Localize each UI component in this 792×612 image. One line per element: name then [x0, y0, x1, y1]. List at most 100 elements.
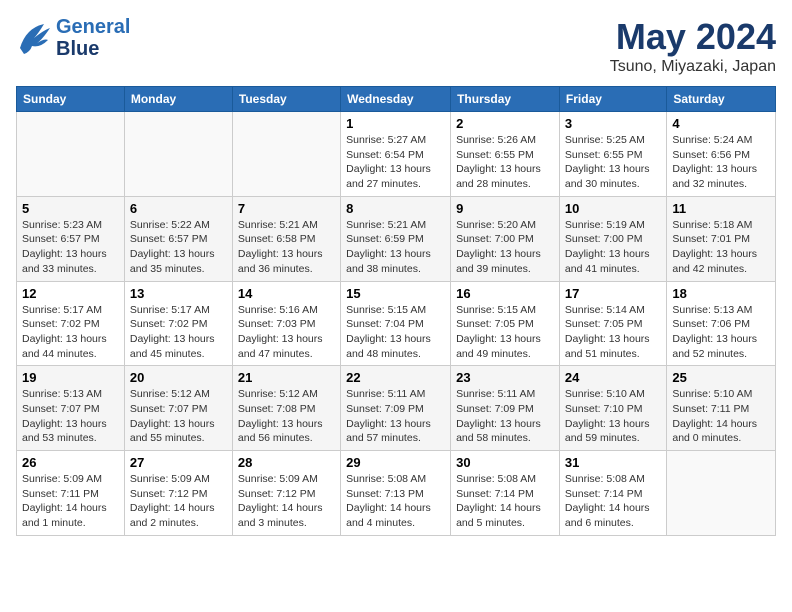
day-info: Sunrise: 5:17 AM Sunset: 7:02 PM Dayligh…: [22, 303, 119, 362]
weekday-header-saturday: Saturday: [667, 87, 776, 112]
logo-text-line2: Blue: [56, 38, 130, 60]
calendar-cell: 30 Sunrise: 5:08 AM Sunset: 7:14 PM Dayli…: [451, 451, 560, 536]
weekday-header-friday: Friday: [559, 87, 666, 112]
calendar-cell: 26 Sunrise: 5:09 AM Sunset: 7:11 PM Dayli…: [17, 451, 125, 536]
day-info: Sunrise: 5:08 AM Sunset: 7:13 PM Dayligh…: [346, 472, 445, 531]
day-number: 13: [130, 286, 227, 301]
day-info: Sunrise: 5:25 AM Sunset: 6:55 PM Dayligh…: [565, 133, 661, 192]
day-number: 26: [22, 455, 119, 470]
day-info: Sunrise: 5:13 AM Sunset: 7:06 PM Dayligh…: [672, 303, 770, 362]
calendar-cell: 24 Sunrise: 5:10 AM Sunset: 7:10 PM Dayli…: [559, 366, 666, 451]
day-info: Sunrise: 5:09 AM Sunset: 7:12 PM Dayligh…: [238, 472, 335, 531]
day-number: 18: [672, 286, 770, 301]
day-info: Sunrise: 5:18 AM Sunset: 7:01 PM Dayligh…: [672, 218, 770, 277]
calendar-cell: 29 Sunrise: 5:08 AM Sunset: 7:13 PM Dayli…: [341, 451, 451, 536]
calendar-cell: 31Sunrise: 5:08 AM Sunset: 7:14 PM Dayli…: [559, 451, 666, 536]
calendar-cell: 9 Sunrise: 5:20 AM Sunset: 7:00 PM Daylig…: [451, 196, 560, 281]
day-info: Sunrise: 5:21 AM Sunset: 6:58 PM Dayligh…: [238, 218, 335, 277]
day-number: 8: [346, 201, 445, 216]
calendar-table: SundayMondayTuesdayWednesdayThursdayFrid…: [16, 86, 776, 536]
day-number: 23: [456, 370, 554, 385]
day-info: Sunrise: 5:10 AM Sunset: 7:10 PM Dayligh…: [565, 387, 661, 446]
calendar-cell: 2 Sunrise: 5:26 AM Sunset: 6:55 PM Daylig…: [451, 112, 560, 197]
day-info: Sunrise: 5:22 AM Sunset: 6:57 PM Dayligh…: [130, 218, 227, 277]
day-number: 14: [238, 286, 335, 301]
day-number: 5: [22, 201, 119, 216]
weekday-header-thursday: Thursday: [451, 87, 560, 112]
day-number: 27: [130, 455, 227, 470]
calendar-cell: 27Sunrise: 5:09 AM Sunset: 7:12 PM Dayli…: [124, 451, 232, 536]
calendar-title-block: May 2024 Tsuno, Miyazaki, Japan: [610, 16, 776, 76]
calendar-week-row: 19Sunrise: 5:13 AM Sunset: 7:07 PM Dayli…: [17, 366, 776, 451]
calendar-week-row: 5Sunrise: 5:23 AM Sunset: 6:57 PM Daylig…: [17, 196, 776, 281]
calendar-cell: 13 Sunrise: 5:17 AM Sunset: 7:02 PM Dayli…: [124, 281, 232, 366]
day-number: 22: [346, 370, 445, 385]
calendar-cell: 12Sunrise: 5:17 AM Sunset: 7:02 PM Dayli…: [17, 281, 125, 366]
calendar-cell: 20 Sunrise: 5:12 AM Sunset: 7:07 PM Dayli…: [124, 366, 232, 451]
calendar-week-row: 12Sunrise: 5:17 AM Sunset: 7:02 PM Dayli…: [17, 281, 776, 366]
calendar-cell: 16Sunrise: 5:15 AM Sunset: 7:05 PM Dayli…: [451, 281, 560, 366]
day-number: 11: [672, 201, 770, 216]
day-number: 25: [672, 370, 770, 385]
day-number: 24: [565, 370, 661, 385]
day-number: 17: [565, 286, 661, 301]
calendar-cell: [17, 112, 125, 197]
weekday-header-wednesday: Wednesday: [341, 87, 451, 112]
calendar-cell: [124, 112, 232, 197]
calendar-cell: 22 Sunrise: 5:11 AM Sunset: 7:09 PM Dayli…: [341, 366, 451, 451]
day-info: Sunrise: 5:15 AM Sunset: 7:04 PM Dayligh…: [346, 303, 445, 362]
weekday-header-monday: Monday: [124, 87, 232, 112]
calendar-cell: 23 Sunrise: 5:11 AM Sunset: 7:09 PM Dayli…: [451, 366, 560, 451]
day-number: 2: [456, 116, 554, 131]
day-number: 19: [22, 370, 119, 385]
day-number: 28: [238, 455, 335, 470]
logo: General Blue: [16, 16, 130, 60]
calendar-cell: 11 Sunrise: 5:18 AM Sunset: 7:01 PM Dayli…: [667, 196, 776, 281]
day-number: 20: [130, 370, 227, 385]
calendar-location: Tsuno, Miyazaki, Japan: [610, 58, 776, 76]
day-number: 9: [456, 201, 554, 216]
day-number: 7: [238, 201, 335, 216]
day-info: Sunrise: 5:16 AM Sunset: 7:03 PM Dayligh…: [238, 303, 335, 362]
calendar-cell: 21Sunrise: 5:12 AM Sunset: 7:08 PM Dayli…: [232, 366, 340, 451]
calendar-cell: 1Sunrise: 5:27 AM Sunset: 6:54 PM Daylig…: [341, 112, 451, 197]
calendar-cell: 7 Sunrise: 5:21 AM Sunset: 6:58 PM Daylig…: [232, 196, 340, 281]
day-info: Sunrise: 5:11 AM Sunset: 7:09 PM Dayligh…: [346, 387, 445, 446]
calendar-cell: 14 Sunrise: 5:16 AM Sunset: 7:03 PM Dayli…: [232, 281, 340, 366]
day-info: Sunrise: 5:15 AM Sunset: 7:05 PM Dayligh…: [456, 303, 554, 362]
day-number: 29: [346, 455, 445, 470]
day-info: Sunrise: 5:12 AM Sunset: 7:07 PM Dayligh…: [130, 387, 227, 446]
day-info: Sunrise: 5:09 AM Sunset: 7:11 PM Dayligh…: [22, 472, 119, 531]
calendar-cell: 15Sunrise: 5:15 AM Sunset: 7:04 PM Dayli…: [341, 281, 451, 366]
logo-icon: [16, 20, 52, 56]
day-number: 30: [456, 455, 554, 470]
calendar-week-row: 1Sunrise: 5:27 AM Sunset: 6:54 PM Daylig…: [17, 112, 776, 197]
day-info: Sunrise: 5:26 AM Sunset: 6:55 PM Dayligh…: [456, 133, 554, 192]
calendar-cell: 25 Sunrise: 5:10 AM Sunset: 7:11 PM Dayli…: [667, 366, 776, 451]
calendar-cell: 18 Sunrise: 5:13 AM Sunset: 7:06 PM Dayli…: [667, 281, 776, 366]
calendar-cell: 8Sunrise: 5:21 AM Sunset: 6:59 PM Daylig…: [341, 196, 451, 281]
calendar-cell: 5Sunrise: 5:23 AM Sunset: 6:57 PM Daylig…: [17, 196, 125, 281]
day-number: 4: [672, 116, 770, 131]
calendar-week-row: 26 Sunrise: 5:09 AM Sunset: 7:11 PM Dayli…: [17, 451, 776, 536]
calendar-cell: 28 Sunrise: 5:09 AM Sunset: 7:12 PM Dayli…: [232, 451, 340, 536]
calendar-cell: [667, 451, 776, 536]
calendar-cell: 6Sunrise: 5:22 AM Sunset: 6:57 PM Daylig…: [124, 196, 232, 281]
calendar-cell: 10 Sunrise: 5:19 AM Sunset: 7:00 PM Dayli…: [559, 196, 666, 281]
day-info: Sunrise: 5:20 AM Sunset: 7:00 PM Dayligh…: [456, 218, 554, 277]
day-number: 3: [565, 116, 661, 131]
calendar-title: May 2024: [610, 16, 776, 58]
day-info: Sunrise: 5:08 AM Sunset: 7:14 PM Dayligh…: [456, 472, 554, 531]
day-info: Sunrise: 5:11 AM Sunset: 7:09 PM Dayligh…: [456, 387, 554, 446]
day-number: 10: [565, 201, 661, 216]
day-info: Sunrise: 5:17 AM Sunset: 7:02 PM Dayligh…: [130, 303, 227, 362]
day-info: Sunrise: 5:14 AM Sunset: 7:05 PM Dayligh…: [565, 303, 661, 362]
calendar-cell: 17 Sunrise: 5:14 AM Sunset: 7:05 PM Dayli…: [559, 281, 666, 366]
day-info: Sunrise: 5:19 AM Sunset: 7:00 PM Dayligh…: [565, 218, 661, 277]
weekday-header-row: SundayMondayTuesdayWednesdayThursdayFrid…: [17, 87, 776, 112]
weekday-header-tuesday: Tuesday: [232, 87, 340, 112]
day-info: Sunrise: 5:10 AM Sunset: 7:11 PM Dayligh…: [672, 387, 770, 446]
weekday-header-sunday: Sunday: [17, 87, 125, 112]
calendar-cell: 19Sunrise: 5:13 AM Sunset: 7:07 PM Dayli…: [17, 366, 125, 451]
day-number: 31: [565, 455, 661, 470]
